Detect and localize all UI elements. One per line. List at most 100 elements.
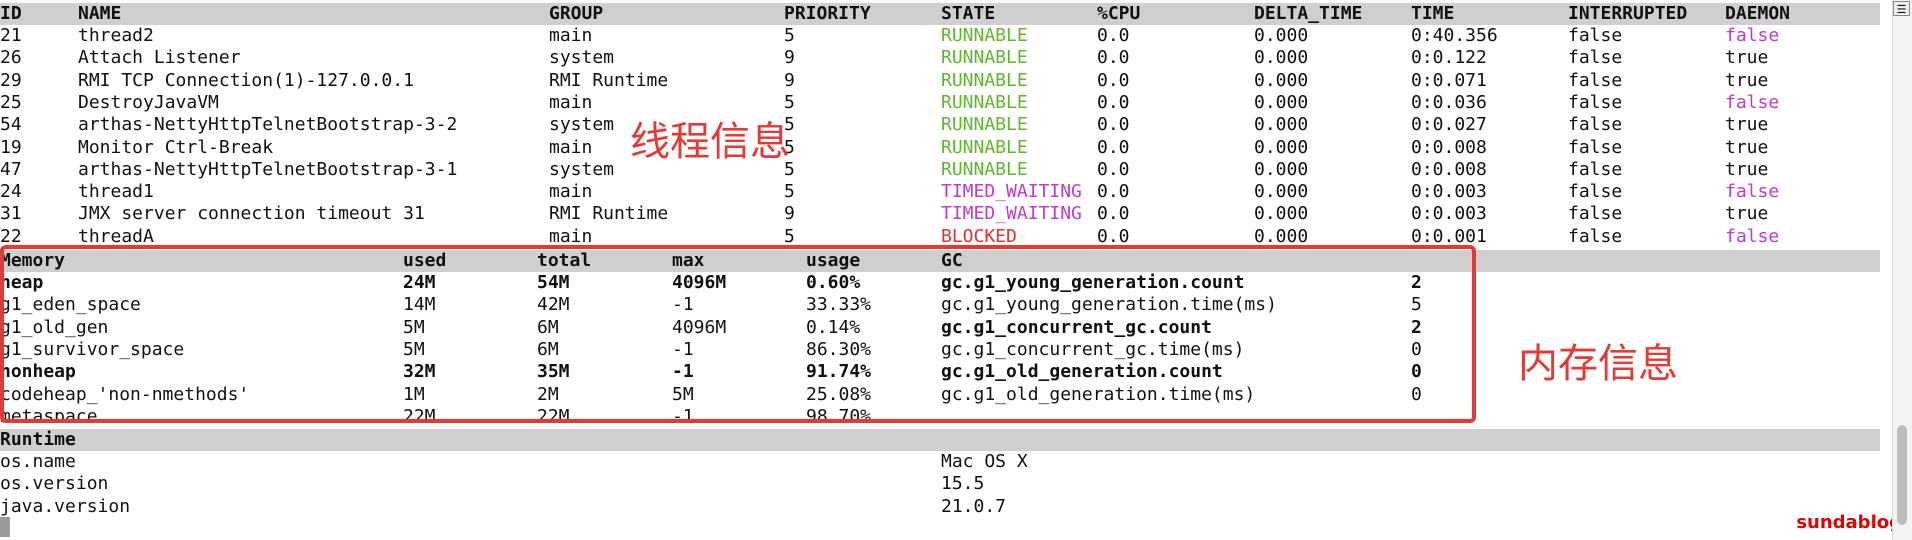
- thread-cell: 0.0: [1097, 114, 1130, 136]
- thread-cell: 0.000: [1254, 47, 1309, 69]
- thread-col-header: TIME: [1411, 3, 1455, 24]
- thread-cell: 5: [784, 225, 795, 247]
- thread-cell: 0.0: [1097, 69, 1130, 91]
- runtime-header: Runtime: [0, 429, 1880, 452]
- thread-cell: true: [1725, 114, 1769, 136]
- thread-cell: false: [1568, 114, 1623, 136]
- thread-cell: 0.000: [1254, 181, 1309, 203]
- thread-cell: 0:0.008: [1411, 158, 1487, 180]
- scroll-to-top-icon[interactable]: ☰: [1893, 1, 1910, 16]
- thread-cell: RMI TCP Connection(1)-127.0.0.1: [78, 69, 414, 91]
- thread-cell: thread2: [78, 25, 154, 46]
- thread-cell: false: [1568, 91, 1623, 113]
- thread-cell: 47: [0, 158, 22, 180]
- thread-cell: 0:0.027: [1411, 114, 1487, 136]
- runtime-row: java.version 21.0.7: [0, 496, 1880, 518]
- thread-cell: false: [1568, 158, 1623, 180]
- thread-cell: 0.0: [1097, 91, 1130, 113]
- thread-cell: 0.000: [1254, 69, 1309, 91]
- thread-cell: Monitor Ctrl-Break: [78, 136, 274, 158]
- thread-cell: false: [1725, 25, 1780, 46]
- thread-cell: RUNNABLE: [941, 158, 1028, 180]
- runtime-value: 21.0.7: [941, 495, 1007, 517]
- terminal-cursor: [0, 517, 10, 537]
- thread-cell: 0.0: [1097, 225, 1130, 247]
- thread-cell: system: [549, 47, 615, 69]
- thread-col-header: DAEMON: [1725, 3, 1791, 24]
- thread-cell: 0:0.071: [1411, 69, 1487, 91]
- thread-cell: 0.000: [1254, 25, 1309, 46]
- thread-col-header: PRIORITY: [784, 3, 871, 24]
- thread-cell: 0.000: [1254, 203, 1309, 225]
- thread-table-header: ID NAME GROUP PRIORITY STATE %CPU DELTA_TIME TI…: [0, 3, 1880, 26]
- thread-row: 22 threadA main 5 BLOCKED 0.0 0.000 0:0.001 fals…: [0, 226, 1880, 247]
- runtime-header-label: Runtime: [0, 429, 76, 450]
- thread-cell: 24: [0, 181, 22, 203]
- thread-col-header: STATE: [941, 3, 996, 24]
- thread-cell: 5: [784, 181, 795, 203]
- thread-col-header: %CPU: [1097, 3, 1141, 24]
- thread-cell: 5: [784, 91, 795, 113]
- thread-cell: threadA: [78, 225, 154, 247]
- thread-cell: 31: [0, 203, 22, 225]
- thread-cell: 29: [0, 69, 22, 91]
- thread-col-header: GROUP: [549, 3, 604, 24]
- runtime-row: os.version 15.5: [0, 473, 1880, 495]
- thread-cell: false: [1568, 47, 1623, 69]
- thread-cell: 0.0: [1097, 136, 1130, 158]
- thread-row: 19 Monitor Ctrl-Break main 5 RUNNABLE 0.0 0.00…: [0, 137, 1880, 159]
- thread-cell: RUNNABLE: [941, 25, 1028, 46]
- thread-cell: RUNNABLE: [941, 91, 1028, 113]
- thread-cell: true: [1725, 203, 1769, 225]
- thread-row: 54 arthas-NettyHttpTelnetBootstrap-3-2 sys…: [0, 114, 1880, 136]
- runtime-key: java.version: [0, 495, 131, 517]
- thread-cell: false: [1725, 91, 1780, 113]
- thread-cell: BLOCKED: [941, 225, 1017, 247]
- thread-cell: 25: [0, 91, 22, 113]
- thread-cell: false: [1568, 181, 1623, 203]
- thread-row: 24 thread1 main 5 TIMED_WAITING 0.0 0.000 0:0.0…: [0, 181, 1880, 203]
- thread-cell: 54: [0, 114, 22, 136]
- thread-cell: false: [1568, 225, 1623, 247]
- runtime-value: Mac OS X: [941, 451, 1028, 472]
- thread-cell: 0:0.001: [1411, 225, 1487, 247]
- thread-cell: 0.0: [1097, 25, 1130, 46]
- thread-cell: 5: [784, 25, 795, 46]
- thread-cell: DestroyJavaVM: [78, 91, 219, 113]
- thread-col-header: ID: [0, 3, 22, 24]
- thread-cell: false: [1568, 203, 1623, 225]
- thread-cell: RMI Runtime: [549, 203, 669, 225]
- runtime-key: os.name: [0, 451, 76, 472]
- thread-cell: main: [549, 25, 593, 46]
- thread-cell: 0:0.122: [1411, 47, 1487, 69]
- thread-cell: 0.000: [1254, 158, 1309, 180]
- thread-cell: 0.000: [1254, 225, 1309, 247]
- thread-cell: 0:0.036: [1411, 91, 1487, 113]
- thread-cell: 9: [784, 69, 795, 91]
- thread-cell: 9: [784, 47, 795, 69]
- thread-cell: 0.0: [1097, 181, 1130, 203]
- thread-cell: false: [1568, 69, 1623, 91]
- thread-cell: 9: [784, 203, 795, 225]
- thread-cell: 0.000: [1254, 91, 1309, 113]
- thread-info-annotation: 线程信息: [630, 119, 790, 165]
- thread-cell: JMX server connection timeout 31: [78, 203, 425, 225]
- thread-row: 25 DestroyJavaVM main 5 RUNNABLE 0.0 0.000 0:0.…: [0, 92, 1880, 114]
- thread-row: 29 RMI TCP Connection(1)-127.0.0.1 RMI Run…: [0, 70, 1880, 92]
- thread-cell: 0.0: [1097, 203, 1130, 225]
- thread-cell: 0:0.008: [1411, 136, 1487, 158]
- thread-table-body: 21 thread2 main 5 RUNNABLE 0.0 0.000 0:40.356 fa…: [0, 25, 1880, 247]
- watermark: sundablog: [1796, 512, 1902, 533]
- thread-cell: RUNNABLE: [941, 47, 1028, 69]
- thread-cell: main: [549, 181, 593, 203]
- thread-cell: 19: [0, 136, 22, 158]
- thread-cell: false: [1568, 25, 1623, 46]
- thread-row: 47 arthas-NettyHttpTelnetBootstrap-3-1 sys…: [0, 159, 1880, 181]
- thread-cell: main: [549, 136, 593, 158]
- scrollbar-thumb[interactable]: [1897, 425, 1907, 525]
- runtime-row: os.name Mac OS X: [0, 451, 1880, 473]
- thread-cell: TIMED_WAITING: [941, 203, 1082, 225]
- thread-cell: RUNNABLE: [941, 69, 1028, 91]
- thread-cell: system: [549, 158, 615, 180]
- thread-cell: true: [1725, 158, 1769, 180]
